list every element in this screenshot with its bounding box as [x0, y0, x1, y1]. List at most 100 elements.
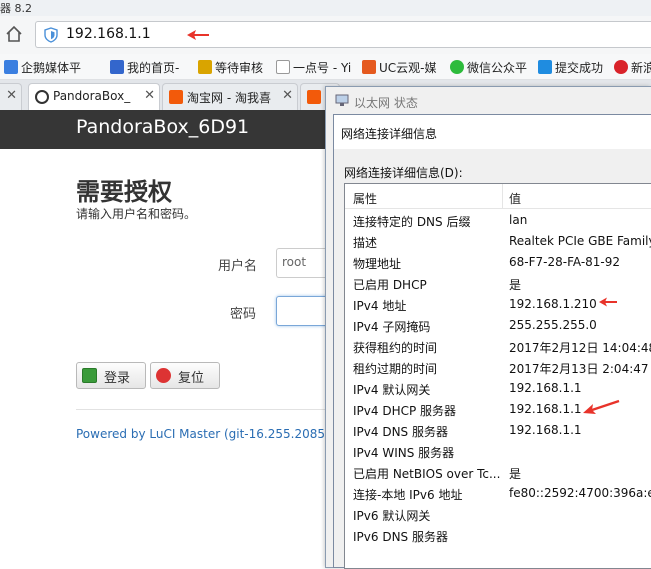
- details-caption: 网络连接详细信息(D):: [344, 166, 463, 180]
- bookmark-item[interactable]: 我的首页-: [110, 59, 179, 75]
- page-title: 需要授权: [76, 178, 172, 206]
- red-arrow-icon: [599, 297, 617, 307]
- row-property: IPv4 DHCP 服务器: [353, 404, 457, 418]
- tab-label: 淘宝网 - 淘我喜: [187, 91, 271, 105]
- row-property: IPv4 DNS 服务器: [353, 425, 448, 439]
- bookmarks-bar: 企鹅媒体平 我的首页- 等待审核 一点号 - Yi UC云观-媒 微信公众平 提…: [0, 54, 651, 80]
- home-icon[interactable]: [4, 24, 24, 44]
- red-arrow-icon: [583, 399, 620, 414]
- close-icon[interactable]: ✕: [144, 88, 155, 103]
- login-label: 登录: [104, 371, 131, 386]
- row-value: 255.255.255.0: [509, 318, 597, 332]
- details-titlebar[interactable]: 网络连接详细信息: [334, 115, 651, 149]
- bookmark-label: 提交成功: [555, 61, 604, 75]
- table-row[interactable]: IPv4 默认网关 192.168.1.1: [345, 378, 651, 399]
- shield-icon: [44, 27, 58, 43]
- row-property: 描述: [353, 236, 378, 250]
- bookmark-label: 等待审核: [215, 61, 264, 75]
- bookmark-item[interactable]: 微信公众平: [450, 59, 527, 75]
- row-property: IPv4 地址: [353, 299, 407, 313]
- weibo-icon: [614, 60, 628, 74]
- powered-by-link[interactable]: Powered by LuCI Master (git-16.255.20859: [76, 427, 326, 441]
- table-row[interactable]: 租约过期的时间 2017年2月13日 2:04:47: [345, 357, 651, 378]
- row-property: 租约过期的时间: [353, 362, 438, 376]
- row-property: IPv4 WINS 服务器: [353, 446, 455, 460]
- row-property: 连接-本地 IPv6 地址: [353, 488, 463, 502]
- table-row[interactable]: 已启用 DHCP 是: [345, 273, 651, 294]
- row-value: 是: [509, 467, 522, 481]
- column-divider[interactable]: [502, 184, 503, 209]
- row-value: lan: [509, 213, 528, 227]
- column-header-value[interactable]: 值: [509, 190, 521, 207]
- table-row[interactable]: 描述 Realtek PCIe GBE Family: [345, 231, 651, 252]
- row-property: IPv6 DNS 服务器: [353, 530, 448, 544]
- taobao-icon: [307, 90, 321, 104]
- row-value: 68-F7-28-FA-81-92: [509, 255, 621, 269]
- reset-icon: [156, 368, 171, 383]
- row-value: 2017年2月12日 14:04:48: [509, 341, 651, 355]
- address-row: 192.168.1.1: [0, 16, 651, 54]
- brand-title[interactable]: PandoraBox_6D91: [76, 116, 249, 138]
- bookmark-label: UC云观-媒: [379, 61, 437, 75]
- bookmark-label: 新浪: [631, 61, 651, 75]
- bookmark-item[interactable]: UC云观-媒: [362, 59, 437, 75]
- red-arrow-icon: [187, 30, 209, 40]
- row-property: IPv6 默认网关: [353, 509, 431, 523]
- row-property: 获得租约的时间: [353, 341, 438, 355]
- close-icon[interactable]: ✕: [6, 88, 17, 103]
- table-row[interactable]: 物理地址 68-F7-28-FA-81-92: [345, 252, 651, 273]
- window-title: 器 8.2: [0, 2, 32, 15]
- network-icon: [335, 94, 349, 106]
- column-header-property[interactable]: 属性: [353, 190, 377, 207]
- paw-icon: [110, 60, 124, 74]
- ethernet-window-title: 以太网 状态: [354, 96, 418, 110]
- address-text[interactable]: 192.168.1.1: [66, 26, 151, 42]
- row-value: 192.168.1.1: [509, 423, 582, 437]
- table-row[interactable]: IPv4 子网掩码 255.255.255.0: [345, 315, 651, 336]
- close-icon[interactable]: ✕: [282, 88, 293, 103]
- row-property: 物理地址: [353, 257, 402, 271]
- login-button[interactable]: 登录: [76, 362, 146, 389]
- bookmark-item[interactable]: 提交成功: [538, 59, 603, 75]
- bookmark-label: 一点号 - Yi: [293, 61, 352, 75]
- details-list[interactable]: 属性 值 连接特定的 DNS 后缀 lan 描述 Realtek PCIe GBE …: [344, 183, 651, 569]
- table-row[interactable]: IPv6 默认网关: [345, 504, 651, 525]
- reset-label: 复位: [178, 371, 205, 386]
- bookmark-item[interactable]: 等待审核: [198, 59, 263, 75]
- divider: [76, 409, 340, 410]
- bookmark-item[interactable]: 企鹅媒体平: [4, 59, 81, 75]
- table-row[interactable]: 连接特定的 DNS 后缀 lan: [345, 210, 651, 231]
- row-property: 已启用 NetBIOS over Tc...: [353, 467, 501, 481]
- table-row[interactable]: IPv4 DNS 服务器 192.168.1.1: [345, 420, 651, 441]
- uc-icon: [362, 60, 376, 74]
- details-window-title: 网络连接详细信息: [341, 127, 438, 141]
- reset-button[interactable]: 复位: [150, 362, 220, 389]
- row-property: 已启用 DHCP: [353, 278, 427, 292]
- auth-description: 请输入用户名和密码。: [76, 207, 197, 221]
- tab-taobao[interactable]: 淘宝网 - 淘我喜 ✕: [162, 83, 298, 110]
- page-header: PandoraBox_6D91: [0, 110, 340, 149]
- list-header: 属性 值: [345, 184, 651, 209]
- bookmark-item[interactable]: 一点号 - Yi: [276, 59, 351, 75]
- table-row[interactable]: 连接-本地 IPv6 地址 fe80::2592:4700:396a:ec7: [345, 483, 651, 504]
- window-title-strip: 器 8.2: [0, 0, 651, 16]
- tab-previous[interactable]: ✕: [0, 83, 22, 110]
- row-value: 192.168.1.210: [509, 297, 597, 311]
- table-row[interactable]: 获得租约的时间 2017年2月12日 14:04:48: [345, 336, 651, 357]
- table-row[interactable]: IPv6 DNS 服务器: [345, 525, 651, 546]
- taobao-icon: [169, 90, 183, 104]
- login-icon: [82, 368, 97, 383]
- row-value: Realtek PCIe GBE Family: [509, 234, 651, 248]
- table-row[interactable]: 已启用 NetBIOS over Tc... 是: [345, 462, 651, 483]
- row-value: fe80::2592:4700:396a:ec7: [509, 486, 651, 500]
- network-details-window: 网络连接详细信息 网络连接详细信息(D): 属性 值 连接特定的 DNS 后缀 l…: [333, 114, 651, 569]
- table-row[interactable]: IPv4 WINS 服务器: [345, 441, 651, 462]
- username-label: 用户名: [218, 259, 258, 274]
- page-icon: [276, 60, 290, 74]
- penguin-icon: [538, 60, 552, 74]
- tab-label: PandoraBox_: [53, 89, 131, 103]
- pandora-icon: [35, 90, 49, 104]
- bookmark-item[interactable]: 新浪: [614, 59, 651, 75]
- address-bar[interactable]: 192.168.1.1: [35, 21, 651, 48]
- tab-pandorabox[interactable]: PandoraBox_ ✕: [28, 83, 160, 110]
